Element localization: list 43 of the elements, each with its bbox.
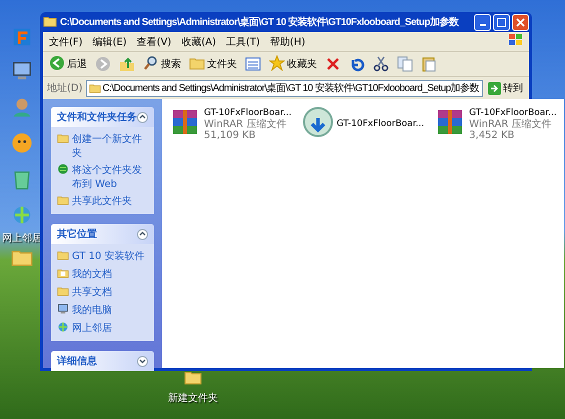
- close-button[interactable]: [512, 14, 529, 30]
- task-link[interactable]: 将这个文件夹发布到 Web: [57, 163, 148, 191]
- panel-title: 其它位置: [57, 227, 97, 241]
- task-link[interactable]: 共享文档: [57, 285, 148, 300]
- cut-icon[interactable]: [371, 55, 391, 73]
- favorites-icon: [269, 54, 285, 74]
- task-link[interactable]: 我的电脑: [57, 303, 148, 318]
- toolbar-button[interactable]: 搜索: [141, 54, 183, 74]
- menu-item[interactable]: 工具(T): [226, 34, 260, 48]
- task-link[interactable]: 我的文档: [57, 267, 148, 282]
- chevron-icon[interactable]: [137, 112, 148, 122]
- task-link[interactable]: 共享此文件夹: [57, 194, 148, 209]
- address-field[interactable]: C:\Documents and Settings\Administrator\桌面\GT 10 安装软件\GT10Fxlooboard_Setup加参数: [86, 80, 483, 96]
- window-title: C:\Documents and Settings\Administrator\桌面\GT 10 安装软件\GT10Fxlooboard_Setup加参数: [60, 15, 460, 29]
- maximize-icon: [497, 18, 506, 26]
- menu-item[interactable]: 文件(F): [49, 34, 83, 48]
- chevron-icon[interactable]: [137, 228, 148, 240]
- menu-item[interactable]: 查看(V): [136, 34, 172, 48]
- toolbar-button[interactable]: 后退: [47, 54, 89, 74]
- desktop-icon-label: 新建文件夹: [168, 392, 218, 405]
- menu-item[interactable]: 编辑(E): [92, 34, 127, 48]
- toolbar-button[interactable]: 收藏夹: [267, 54, 319, 74]
- toolbar-button[interactable]: 文件夹: [187, 54, 239, 74]
- minimize-icon: [480, 24, 486, 26]
- file-item[interactable]: GT-10FxFloorBoar...: [300, 105, 426, 143]
- go-button[interactable]: 转到: [486, 81, 525, 95]
- panel-title: 详细信息: [57, 354, 97, 368]
- panel-title: 文件和文件夹任务: [57, 110, 137, 124]
- maximize-button[interactable]: [493, 14, 510, 30]
- menu-item[interactable]: 帮助(H): [270, 34, 306, 48]
- file-item[interactable]: GT-10FxFloorBoar... WinRAR 压缩文件 51,109 KB: [168, 105, 293, 143]
- go-arrow-icon: [488, 82, 501, 94]
- task-link[interactable]: 网上邻居: [57, 321, 148, 336]
- chevron-icon[interactable]: [137, 356, 148, 366]
- file-item[interactable]: GT-10FxFloorBoar... WinRAR 压缩文件 3,452 KB: [433, 105, 558, 143]
- up-icon[interactable]: [117, 55, 137, 73]
- task-link[interactable]: 创建一个新文件夹: [57, 132, 148, 160]
- menu-item[interactable]: 收藏(A): [181, 34, 216, 48]
- minimize-button[interactable]: [474, 14, 491, 30]
- views-icon[interactable]: [243, 55, 263, 73]
- address-label: 地址(D): [47, 82, 83, 95]
- task-link[interactable]: GT 10 安装软件: [57, 249, 148, 264]
- close-icon: [516, 18, 525, 26]
